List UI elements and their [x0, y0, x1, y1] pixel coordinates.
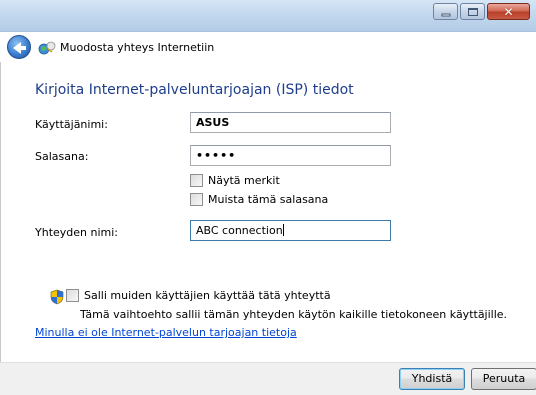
maximize-icon [467, 7, 478, 16]
password-field[interactable]: ••••• [190, 145, 391, 166]
title-bar: ✕ [0, 0, 536, 32]
show-characters-checkbox[interactable] [190, 174, 203, 187]
allow-others-description: Tämä vaihtoehto sallii tämän yhteyden kä… [80, 308, 508, 321]
maximize-button[interactable] [460, 3, 485, 20]
network-globe-icon [38, 41, 56, 55]
page-heading: Kirjoita Internet-palveluntarjoajan (ISP… [35, 82, 354, 98]
allow-others-label: Salli muiden käyttäjien käyttää tätä yht… [84, 289, 331, 302]
connection-name-value: ABC connection [196, 224, 283, 237]
allow-others-checkbox[interactable] [66, 289, 79, 302]
remember-password-label: Muista tämä salasana [208, 193, 329, 206]
no-isp-info-link[interactable]: Minulla ei ole Internet-palvelun tarjoaj… [35, 326, 297, 339]
remember-password-checkbox[interactable] [190, 193, 203, 206]
back-button[interactable] [7, 35, 31, 59]
password-label: Salasana: [35, 150, 89, 163]
caption-buttons: ✕ [433, 3, 530, 20]
minimize-button[interactable] [433, 3, 458, 20]
remember-password-checkbox-row[interactable]: Muista tämä salasana [190, 193, 328, 206]
show-characters-checkbox-row[interactable]: Näytä merkit [190, 174, 280, 187]
connection-name-label: Yhteyden nimi: [35, 226, 119, 239]
minimize-icon [441, 13, 450, 16]
show-characters-label: Näytä merkit [208, 174, 280, 187]
cancel-button[interactable]: Peruuta [471, 368, 536, 390]
allow-others-checkbox-row[interactable]: Salli muiden käyttäjien käyttää tätä yht… [66, 289, 331, 302]
username-field[interactable]: ASUS [190, 112, 391, 133]
text-caret [282, 224, 284, 236]
window-title: Muodosta yhteys Internetiin [60, 41, 215, 54]
connection-name-field[interactable]: ABC connection [190, 220, 391, 241]
username-label: Käyttäjänimi: [35, 118, 108, 131]
close-icon: ✕ [503, 4, 514, 19]
connect-button[interactable]: Yhdistä [399, 368, 465, 390]
uac-shield-icon [50, 289, 64, 305]
close-button[interactable]: ✕ [487, 3, 530, 20]
